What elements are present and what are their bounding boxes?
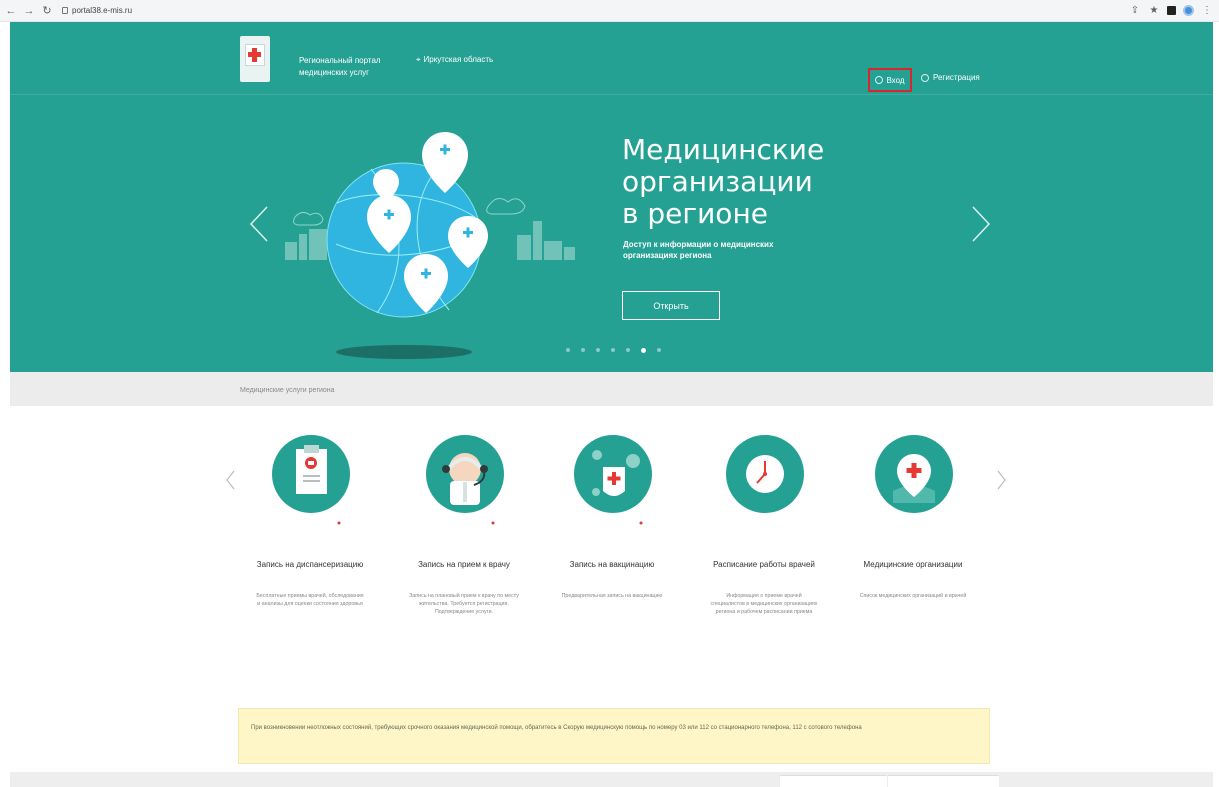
profile-avatar-icon[interactable] xyxy=(1183,4,1194,16)
login-icon xyxy=(875,76,884,84)
slide-title-line1: Медицинские xyxy=(622,133,825,166)
services-header: Медицинские услуги региона xyxy=(10,372,1213,406)
service-card-schedule[interactable]: Расписание работы врачей Информация о пр… xyxy=(694,425,834,665)
address-bar[interactable]: portal38.e-mis.ru xyxy=(62,6,132,15)
browser-actions: ⇪ ★ ⋮ xyxy=(1129,4,1213,16)
hero-banner: Региональный портал медицинских услуг ⌖ … xyxy=(10,22,1213,372)
footer-tab[interactable] xyxy=(888,775,999,787)
location-pin-icon xyxy=(875,435,953,513)
slide-title-line2: организации xyxy=(622,165,813,198)
url-text: portal38.e-mis.ru xyxy=(72,6,133,15)
slide-description: Доступ к информации о медицинских органи… xyxy=(623,240,774,260)
logo-cross-bar xyxy=(248,52,261,57)
carousel-dot[interactable] xyxy=(657,348,661,352)
card-title: Запись на вакцинацию xyxy=(569,560,655,569)
carousel-dot[interactable] xyxy=(641,348,646,353)
service-card-organizations[interactable]: Медицинские организации Список медицинск… xyxy=(843,425,983,665)
emergency-warning: При возникновении неотложных состояний, … xyxy=(238,708,990,764)
region-selector[interactable]: ⌖ Иркутская область xyxy=(416,55,493,65)
carousel-dot[interactable] xyxy=(611,348,615,352)
card-description: Бесплатные приемы врачей, обследования и… xyxy=(256,593,364,607)
card-title: Запись на прием к врачу xyxy=(418,560,510,569)
footer-strip xyxy=(10,772,1213,787)
location-pin-icon: ⌖ xyxy=(416,55,421,64)
login-label: Вход xyxy=(886,75,905,85)
service-card-medical-exam[interactable]: Запись на диспансеризацию Бесплатные при… xyxy=(240,425,380,665)
login-button[interactable]: Вход xyxy=(868,68,912,92)
extension-square-icon[interactable] xyxy=(1167,5,1176,15)
services-section-label: Медицинские услуги региона xyxy=(240,387,335,394)
register-link[interactable]: Регистрация xyxy=(921,73,980,82)
card-description: Информация о приеме врачей специалистов … xyxy=(710,593,818,615)
slide-title-line3: в регионе xyxy=(622,197,768,230)
globe-illustration xyxy=(285,132,575,359)
star-icon[interactable]: ★ xyxy=(1148,4,1160,16)
card-description: Запись на плановый прием к врачу по мест… xyxy=(409,593,519,615)
service-card-doctor-appointment[interactable]: Запись на прием к врачу Запись на планов… xyxy=(394,425,534,665)
service-card-vaccination[interactable]: Запись на вакцинацию Предварительная зап… xyxy=(542,425,682,665)
user-plus-icon xyxy=(921,73,929,82)
share-icon[interactable]: ⇪ xyxy=(1129,4,1141,16)
card-description: Список медицинских организаций и врачей xyxy=(859,593,967,599)
card-title: Запись на диспансеризацию xyxy=(256,560,364,569)
hero-prev-arrow-icon[interactable] xyxy=(247,205,273,243)
hero-next-arrow-icon[interactable] xyxy=(967,205,993,243)
page-root: ← → ↻ portal38.e-mis.ru ⇪ ★ ⋮ Региональн… xyxy=(0,0,1219,787)
browser-toolbar: ← → ↻ portal38.e-mis.ru ⇪ ★ ⋮ xyxy=(0,0,1219,22)
region-label: Иркутская область xyxy=(423,55,494,64)
footer-tab[interactable] xyxy=(780,775,887,787)
globe-shadow xyxy=(336,345,472,359)
carousel-dot[interactable] xyxy=(566,348,570,352)
services-prev-arrow-icon[interactable] xyxy=(224,469,236,491)
card-title: Расписание работы врачей xyxy=(713,560,815,569)
vaccine-shield-icon xyxy=(574,435,652,525)
card-description: Предварительная запись на вакцинацию xyxy=(561,593,663,599)
services-next-arrow-icon[interactable] xyxy=(996,469,1008,491)
portal-title[interactable]: Региональный портал медицинских услуг xyxy=(299,55,419,79)
reload-icon[interactable]: ↻ xyxy=(40,4,54,18)
clock-icon xyxy=(726,435,804,513)
header-divider xyxy=(10,94,1213,95)
register-label: Регистрация xyxy=(933,73,980,82)
menu-dots-icon[interactable]: ⋮ xyxy=(1201,4,1213,16)
portal-logo[interactable] xyxy=(240,36,270,82)
carousel-dot[interactable] xyxy=(581,348,585,352)
lock-icon xyxy=(62,7,68,14)
back-arrow-icon[interactable]: ← xyxy=(4,4,18,18)
carousel-dot[interactable] xyxy=(626,348,630,352)
open-button[interactable]: Открыть xyxy=(622,291,720,320)
forward-arrow-icon[interactable]: → xyxy=(22,4,36,18)
slide-title: Медицинские организации в регионе xyxy=(622,134,832,230)
carousel-dots xyxy=(566,348,661,353)
card-title: Медицинские организации xyxy=(863,560,963,569)
doctor-headset-icon xyxy=(426,435,504,525)
clipboard-icon xyxy=(272,435,350,525)
carousel-dot[interactable] xyxy=(596,348,600,352)
